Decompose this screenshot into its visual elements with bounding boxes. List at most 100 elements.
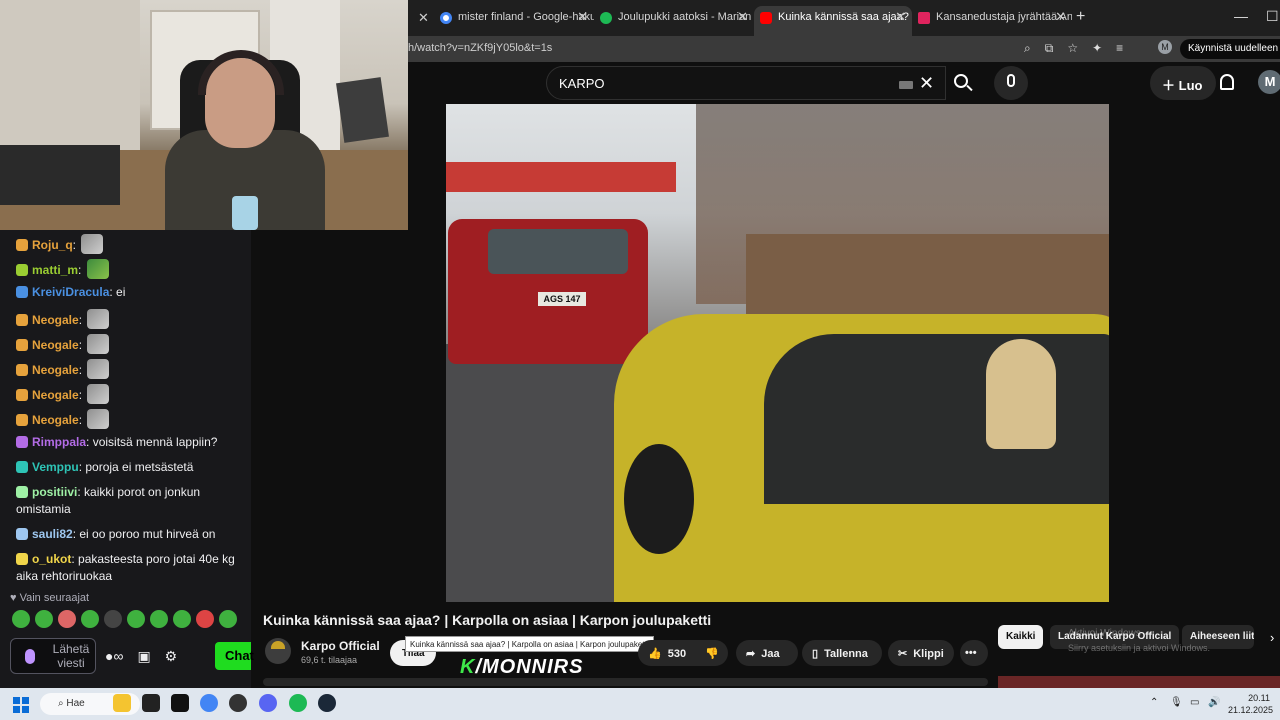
restart-update-button[interactable]: Käynnistä uudelleen ja päiv (1180, 39, 1280, 59)
chat-input-placeholder: Lähetä viesti (52, 642, 90, 670)
terminal-icon[interactable] (171, 694, 189, 712)
description-box[interactable] (263, 678, 988, 686)
discord-icon[interactable] (259, 694, 277, 712)
spotify-icon[interactable] (289, 694, 307, 712)
store-icon[interactable]: ▣ (137, 648, 150, 665)
chat-username[interactable]: Neogale (32, 388, 79, 402)
chat-username[interactable]: positiivi (32, 485, 77, 499)
heart-icon (600, 12, 612, 24)
chat-message: Rimppala: voisitsä mennä lappiin? (16, 434, 246, 451)
chat-username[interactable]: Neogale (32, 338, 79, 352)
maximize-button[interactable]: ☐ (1266, 8, 1279, 25)
share-icon: ➦ (746, 648, 756, 660)
title-tooltip: Kuinka kännissä saa ajaa? | Karpolla on … (405, 636, 654, 652)
channel-avatar[interactable] (265, 638, 291, 664)
close-icon[interactable]: ✕ (1055, 9, 1066, 25)
clear-search-icon[interactable]: ✕ (919, 73, 934, 94)
search-input[interactable]: KARPO ✕ (546, 66, 946, 100)
account-avatar[interactable]: M (1258, 70, 1280, 94)
file-explorer-icon[interactable] (113, 694, 131, 712)
chat-message-text: ei (116, 285, 126, 299)
more-actions-button[interactable]: ••• (960, 640, 988, 666)
chat-input[interactable]: Lähetä viesti (10, 638, 96, 674)
channel-name[interactable]: Karpo Official (301, 639, 380, 653)
chrome-icon[interactable] (200, 694, 218, 712)
windows-activation-watermark: Aktivoi Windows (1068, 628, 1141, 639)
like-icon[interactable]: 👍 (648, 647, 662, 660)
chat-badge-icon (16, 461, 28, 473)
chat-badge-icon (16, 553, 28, 565)
windows-start-icon[interactable] (13, 697, 29, 713)
video-player[interactable]: AGS 147 (446, 104, 1109, 602)
keyboard-icon[interactable] (899, 81, 913, 89)
new-tab-button[interactable]: + (1076, 8, 1085, 26)
close-icon[interactable]: ✕ (737, 9, 748, 25)
points-icon[interactable]: ●∞ (105, 648, 123, 665)
url-field[interactable]: h/watch?v=nZKf9jY05lo&t=1s (408, 42, 552, 54)
chat-username[interactable]: o_ukot (32, 552, 71, 566)
chat-username[interactable]: Neogale (32, 413, 79, 427)
chat-username[interactable]: matti_m (32, 263, 78, 277)
tab-youtube-active[interactable]: Kuinka kännissä saa ajaa? | ✕ (754, 6, 912, 36)
subscriber-count: 69,6 t. tilaajaa (301, 655, 358, 665)
close-icon[interactable]: ✕ (418, 10, 429, 26)
minimize-button[interactable]: — (1234, 8, 1248, 24)
notifications-bell-icon[interactable] (1220, 74, 1234, 90)
address-bar: h/watch?v=nZKf9jY05lo&t=1s ⌕ ⧉ ☆ ✦ ≡ M K… (408, 36, 1280, 62)
youtube-header: KARPO ✕ ＋ Luo M (408, 62, 1280, 104)
browser-profile-avatar[interactable]: M (1158, 40, 1172, 54)
chat-username[interactable]: Neogale (32, 313, 79, 327)
search-button[interactable] (946, 66, 976, 100)
chat-badge-icon (16, 414, 28, 426)
chat-username[interactable]: Neogale (32, 363, 79, 377)
steam-icon[interactable] (318, 694, 336, 712)
video-title: Kuinka kännissä saa ajaa? | Karpolla on … (263, 612, 712, 628)
clip-button[interactable]: ✂ Klippi (888, 640, 954, 666)
settings-icon[interactable]: ⚙ (165, 648, 178, 665)
chat-username[interactable]: Rimppala (32, 435, 86, 449)
cast-icon[interactable]: ⧉ (1045, 41, 1054, 56)
chat-badge-icon (16, 339, 28, 351)
tab-google[interactable]: mister finland - Google-haku ✕ (434, 6, 594, 30)
app-icon[interactable] (142, 694, 160, 712)
recommended-thumbnail[interactable] (998, 676, 1280, 688)
chevron-up-icon[interactable]: ⌃ (1150, 697, 1158, 708)
chat-username[interactable]: sauli82 (32, 527, 73, 541)
like-count[interactable]: 530 (668, 648, 686, 660)
close-icon[interactable]: ✕ (895, 9, 906, 25)
chat-username[interactable]: Vemppu (32, 460, 79, 474)
media-icon[interactable]: ≡ (1116, 41, 1123, 56)
mic-icon[interactable] (25, 649, 35, 664)
chip-all[interactable]: Kaikki (998, 625, 1044, 649)
chat-username[interactable]: KreiviDracula (32, 285, 109, 299)
volume-icon[interactable]: 🔊 (1208, 697, 1220, 708)
system-clock[interactable]: 20.11 21.12.2025 (1228, 692, 1273, 716)
chat-badge-icon (16, 436, 28, 448)
chevron-right-icon[interactable]: › (1270, 630, 1274, 645)
extensions-icon[interactable]: ✦ (1092, 41, 1102, 56)
share-button[interactable]: ➦ Jaa (736, 640, 798, 666)
monnirs-logo: K/MONNIRS (460, 656, 584, 678)
chat-message-text: ei oo poroo mut hirveä on (79, 527, 216, 541)
mic-icon[interactable]: 🎙 (1170, 697, 1183, 708)
tab-kansanedustaja[interactable]: Kansanedustaja jyrähtää Ano T✕ (912, 6, 1072, 30)
bookmark-star-icon[interactable]: ☆ (1067, 41, 1078, 56)
obs-icon[interactable] (229, 694, 247, 712)
cat-emote-icon (87, 309, 110, 329)
cat-emote-icon (87, 359, 110, 379)
voice-search-button[interactable] (994, 66, 1028, 100)
create-button[interactable]: ＋ Luo (1150, 66, 1216, 100)
save-button[interactable]: ▯ Tallenna (802, 640, 882, 666)
close-icon[interactable]: ✕ (577, 9, 588, 25)
cat-emote-icon (87, 334, 110, 354)
emote-picker-row[interactable] (12, 610, 237, 632)
chat-username[interactable]: Roju_q (32, 238, 73, 252)
scissors-icon: ✂ (898, 648, 908, 660)
display-icon[interactable]: ▭ (1190, 697, 1199, 708)
chat-send-button[interactable]: Chat (215, 642, 254, 670)
dislike-icon[interactable]: 👎 (705, 648, 719, 660)
video-license-plate: AGS 147 (538, 292, 586, 306)
tab-joulupukki[interactable]: Joulupukki aatoksi - Marian He ✕ (594, 6, 754, 30)
chat-message: Neogale: (16, 359, 246, 379)
zoom-icon[interactable]: ⌕ (1024, 41, 1031, 56)
